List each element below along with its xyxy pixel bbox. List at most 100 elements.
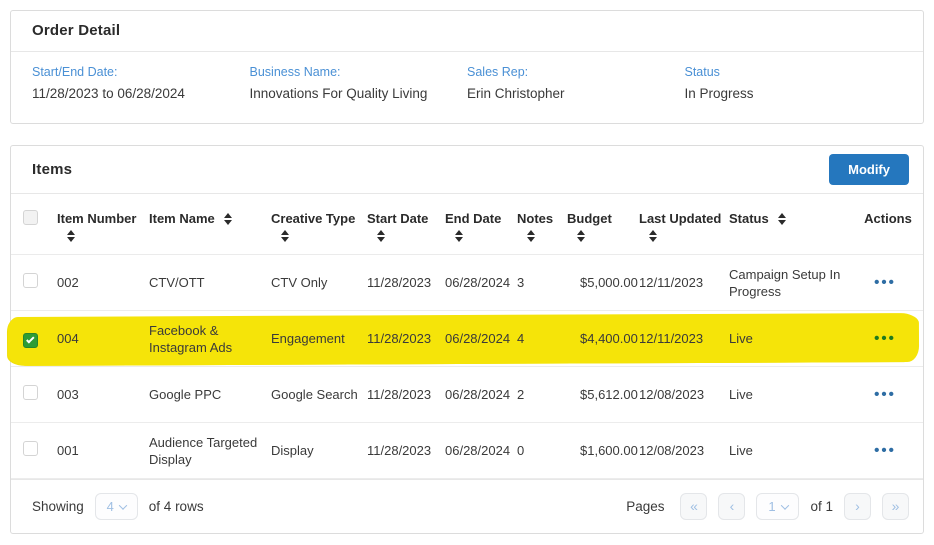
cell-item-number: 001 xyxy=(57,442,149,459)
sort-icon[interactable] xyxy=(224,213,233,225)
cell-notes: 2 xyxy=(517,386,567,403)
column-header-notes[interactable]: Notes xyxy=(517,210,567,242)
items-panel: Items Modify Item Number Item Name Creat… xyxy=(10,145,924,534)
field-label: Sales Rep: xyxy=(467,65,685,79)
first-page-button[interactable]: « xyxy=(680,493,707,520)
column-header-item-number[interactable]: Item Number xyxy=(57,210,149,242)
cell-budget: $1,600.00 xyxy=(567,442,639,459)
column-label: Status xyxy=(729,210,769,227)
row-checkbox-checked[interactable] xyxy=(23,333,38,348)
field-label: Start/End Date: xyxy=(32,65,250,79)
cell-notes: 4 xyxy=(517,330,567,347)
sort-icon[interactable] xyxy=(577,230,586,242)
row-actions-ellipsis-icon[interactable]: ••• xyxy=(874,446,896,456)
field-label: Status xyxy=(685,65,903,79)
cell-item-name: CTV/OTT xyxy=(149,274,271,291)
checkmark-icon xyxy=(26,335,34,343)
column-header-item-name[interactable]: Item Name xyxy=(149,210,271,227)
row-actions-ellipsis-icon[interactable]: ••• xyxy=(874,334,896,344)
row-checkbox[interactable] xyxy=(23,441,38,456)
chevron-down-icon xyxy=(780,501,788,509)
cell-last-updated: 12/11/2023 xyxy=(639,274,729,291)
table-footer: Showing 4 of 4 rows Pages « ‹ 1 of 1 › » xyxy=(11,479,923,533)
cell-item-number: 003 xyxy=(57,386,149,403)
cell-last-updated: 12/08/2023 xyxy=(639,442,729,459)
row-actions-ellipsis-icon[interactable]: ••• xyxy=(874,390,896,400)
sort-icon[interactable] xyxy=(281,230,290,242)
column-label: Notes xyxy=(517,210,567,227)
cell-last-updated: 12/11/2023 xyxy=(639,330,729,347)
header-checkbox-cell xyxy=(23,210,57,225)
cell-start-date: 11/28/2023 xyxy=(367,386,445,403)
order-detail-header: Order Detail xyxy=(11,11,923,52)
row-checkbox-cell xyxy=(23,441,57,460)
field-value: 11/28/2023 to 06/28/2024 xyxy=(32,86,250,101)
cell-end-date: 06/28/2024 xyxy=(445,442,517,459)
cell-notes: 3 xyxy=(517,274,567,291)
sort-icon[interactable] xyxy=(67,230,76,242)
column-header-creative-type[interactable]: Creative Type xyxy=(271,210,367,242)
current-page-value: 1 xyxy=(768,499,775,514)
page-select-dropdown[interactable]: 1 xyxy=(756,493,799,520)
row-actions-ellipsis-icon[interactable]: ••• xyxy=(874,278,896,288)
column-header-budget[interactable]: Budget xyxy=(567,210,639,242)
column-label: Creative Type xyxy=(271,210,367,227)
order-detail-panel: Order Detail Start/End Date: 11/28/2023 … xyxy=(10,10,924,124)
order-detail-fields: Start/End Date: 11/28/2023 to 06/28/2024… xyxy=(11,52,923,123)
cell-start-date: 11/28/2023 xyxy=(367,274,445,291)
sort-icon[interactable] xyxy=(778,213,787,225)
cell-actions: ••• xyxy=(853,274,923,291)
field-label: Business Name: xyxy=(250,65,468,79)
field-sales-rep: Sales Rep: Erin Christopher xyxy=(467,65,685,101)
column-label: Item Number xyxy=(57,210,149,227)
cell-start-date: 11/28/2023 xyxy=(367,330,445,347)
chevron-down-icon xyxy=(119,501,127,509)
column-label: Item Name xyxy=(149,210,215,227)
sort-icon[interactable] xyxy=(377,230,386,242)
prev-page-button[interactable]: ‹ xyxy=(718,493,745,520)
sort-icon[interactable] xyxy=(455,230,464,242)
next-page-button[interactable]: › xyxy=(844,493,871,520)
sort-icon[interactable] xyxy=(527,230,536,242)
of-pages-label: of 1 xyxy=(810,499,833,514)
column-label: Actions xyxy=(864,210,912,227)
cell-status: Campaign Setup In Progress xyxy=(729,266,853,300)
column-header-actions: Actions xyxy=(853,210,923,227)
row-checkbox[interactable] xyxy=(23,273,38,288)
column-header-last-updated[interactable]: Last Updated xyxy=(639,210,729,242)
cell-start-date: 11/28/2023 xyxy=(367,442,445,459)
column-header-end-date[interactable]: End Date xyxy=(445,210,517,242)
rows-per-page-value: 4 xyxy=(107,499,114,514)
cell-item-number: 004 xyxy=(57,330,149,347)
table-header-row: Item Number Item Name Creative Type Star… xyxy=(11,194,923,255)
cell-actions: ••• xyxy=(853,442,923,459)
cell-status: Live xyxy=(729,442,853,459)
column-header-status[interactable]: Status xyxy=(729,210,853,227)
rows-per-page-dropdown[interactable]: 4 xyxy=(95,493,138,520)
pagination: Pages « ‹ 1 of 1 › » xyxy=(626,493,909,520)
sort-icon[interactable] xyxy=(649,230,658,242)
field-business-name: Business Name: Innovations For Quality L… xyxy=(250,65,468,101)
items-title: Items xyxy=(32,161,72,178)
table-row: 001 Audience Targeted Display Display 11… xyxy=(11,423,923,479)
field-value: Innovations For Quality Living xyxy=(250,86,468,101)
column-label: End Date xyxy=(445,210,517,227)
row-checkbox-cell xyxy=(23,329,57,348)
cell-budget: $4,400.00 xyxy=(567,330,639,347)
column-header-start-date[interactable]: Start Date xyxy=(367,210,445,242)
cell-notes: 0 xyxy=(517,442,567,459)
cell-creative-type: Display xyxy=(271,442,367,459)
cell-item-name: Google PPC xyxy=(149,386,271,403)
order-detail-title: Order Detail xyxy=(32,22,902,39)
row-checkbox[interactable] xyxy=(23,385,38,400)
cell-item-number: 002 xyxy=(57,274,149,291)
cell-creative-type: Engagement xyxy=(271,330,367,347)
field-value: Erin Christopher xyxy=(467,86,685,101)
last-page-button[interactable]: » xyxy=(882,493,909,520)
of-rows-label: of 4 rows xyxy=(149,499,204,514)
field-value: In Progress xyxy=(685,86,903,101)
items-header: Items Modify xyxy=(11,146,923,194)
modify-button[interactable]: Modify xyxy=(829,154,909,185)
select-all-checkbox[interactable] xyxy=(23,210,38,225)
showing-label: Showing xyxy=(32,499,84,514)
